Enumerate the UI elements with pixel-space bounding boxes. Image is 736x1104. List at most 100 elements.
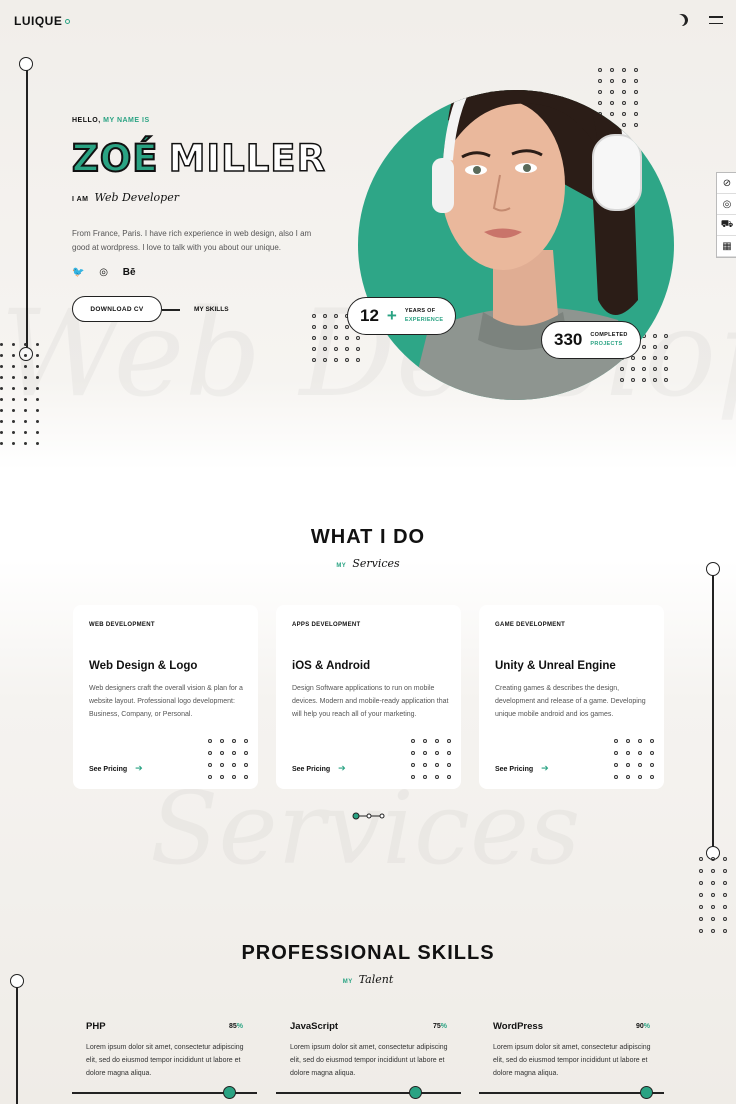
decor-ring — [706, 562, 720, 576]
dot — [638, 775, 642, 779]
dot — [699, 869, 703, 873]
decor-ring — [10, 974, 24, 988]
card-title: Web Design & Logo — [89, 660, 198, 672]
dot — [626, 775, 630, 779]
arrow-right-icon: ➔ — [338, 763, 346, 773]
dot — [626, 739, 630, 743]
dot — [232, 751, 236, 755]
card-category: GAME DEVELOPMENT — [495, 622, 566, 628]
dot — [622, 68, 626, 72]
dot — [323, 347, 327, 351]
dot — [650, 763, 654, 767]
social-links: 🐦 ◎ Bē — [72, 267, 148, 278]
service-card: APPS DEVELOPMENT iOS & Android Design So… — [276, 605, 461, 789]
skill-slider-knob[interactable] — [408, 1086, 422, 1099]
support-icon[interactable]: ◎ — [717, 194, 736, 215]
decor-line — [712, 570, 714, 853]
dot — [208, 739, 212, 743]
skill-slider-knob[interactable] — [223, 1086, 237, 1099]
connector-line — [162, 309, 180, 311]
dot — [220, 775, 224, 779]
dot — [435, 751, 439, 755]
dot — [614, 751, 618, 755]
dot — [345, 358, 349, 362]
see-pricing-link[interactable]: See Pricing ➔ — [292, 763, 346, 774]
dot — [650, 775, 654, 779]
dot — [447, 739, 451, 743]
dot — [723, 893, 727, 897]
behance-icon[interactable]: Bē — [123, 267, 136, 278]
dot — [334, 347, 338, 351]
dot — [638, 739, 642, 743]
grid-icon[interactable]: ▦ — [717, 236, 736, 257]
dribbble-icon[interactable]: ◎ — [99, 267, 108, 278]
dot — [711, 881, 715, 885]
dot — [323, 325, 327, 329]
skill-slider-knob[interactable] — [639, 1086, 653, 1099]
dot — [699, 881, 703, 885]
dot — [334, 336, 338, 340]
moon-icon[interactable] — [674, 12, 690, 28]
card-description: Creating games & describes the design, d… — [495, 685, 646, 718]
dot — [208, 751, 212, 755]
dot — [232, 775, 236, 779]
dot — [699, 929, 703, 933]
dot — [411, 739, 415, 743]
see-pricing-link[interactable]: See Pricing ➔ — [495, 763, 549, 774]
dot — [614, 775, 618, 779]
carousel-pagination[interactable] — [352, 812, 386, 820]
twitter-icon[interactable]: 🐦 — [72, 267, 84, 278]
dot — [711, 917, 715, 921]
service-card: WEB DEVELOPMENT Web Design & Logo Web de… — [73, 605, 258, 789]
years-experience-badge: 12 + YEARS OF EXPERIENCE — [347, 297, 457, 335]
card-title: Unity & Unreal Engine — [495, 660, 616, 672]
dot — [626, 751, 630, 755]
dot — [244, 739, 248, 743]
dot-pattern — [614, 739, 654, 779]
dot — [220, 763, 224, 767]
dot — [614, 739, 618, 743]
dot — [653, 378, 657, 382]
dot — [312, 325, 316, 329]
skills-title: PROFESSIONAL SKILLS — [241, 942, 495, 964]
skills-subtitle: MY Talent — [342, 973, 394, 986]
dot — [220, 739, 224, 743]
dot — [447, 751, 451, 755]
dot — [610, 79, 614, 83]
services-subtitle: MY Services — [336, 557, 400, 570]
dot-pattern — [699, 857, 727, 933]
my-skills-link[interactable]: MY SKILLS — [194, 306, 229, 313]
dot — [208, 775, 212, 779]
cart-icon[interactable]: ⛟ — [717, 215, 736, 236]
skill-description: Lorem ipsum dolor sit amet, consectetur … — [86, 1044, 244, 1077]
dot — [24, 431, 27, 434]
dot — [232, 739, 236, 743]
dot — [699, 917, 703, 921]
dot — [36, 431, 39, 434]
dot — [220, 751, 224, 755]
logo[interactable]: LUIQUE — [14, 14, 71, 28]
dot — [334, 314, 338, 318]
dot — [626, 763, 630, 767]
dot — [334, 358, 338, 362]
skill-name: WordPress — [493, 1021, 543, 1032]
dot — [345, 336, 349, 340]
dot — [653, 334, 657, 338]
logo-dot — [65, 19, 71, 25]
see-pricing-link[interactable]: See Pricing ➔ — [89, 763, 143, 774]
dot — [622, 79, 626, 83]
service-card: GAME DEVELOPMENT Unity & Unreal Engine C… — [479, 605, 664, 789]
download-cv-button[interactable]: DOWNLOAD CV — [72, 296, 162, 322]
arrow-right-icon: ➔ — [135, 763, 143, 773]
dot — [435, 775, 439, 779]
eye-off-icon[interactable]: ⊘ — [717, 173, 736, 194]
hamburger-icon[interactable] — [709, 16, 723, 29]
card-description: Web designers craft the overall vision &… — [89, 685, 243, 718]
dot — [650, 739, 654, 743]
dot — [312, 347, 316, 351]
dot — [0, 431, 3, 434]
dot — [232, 763, 236, 767]
dot — [435, 763, 439, 767]
services-title: WHAT I DO — [310, 526, 426, 548]
skill-track — [276, 1092, 461, 1094]
